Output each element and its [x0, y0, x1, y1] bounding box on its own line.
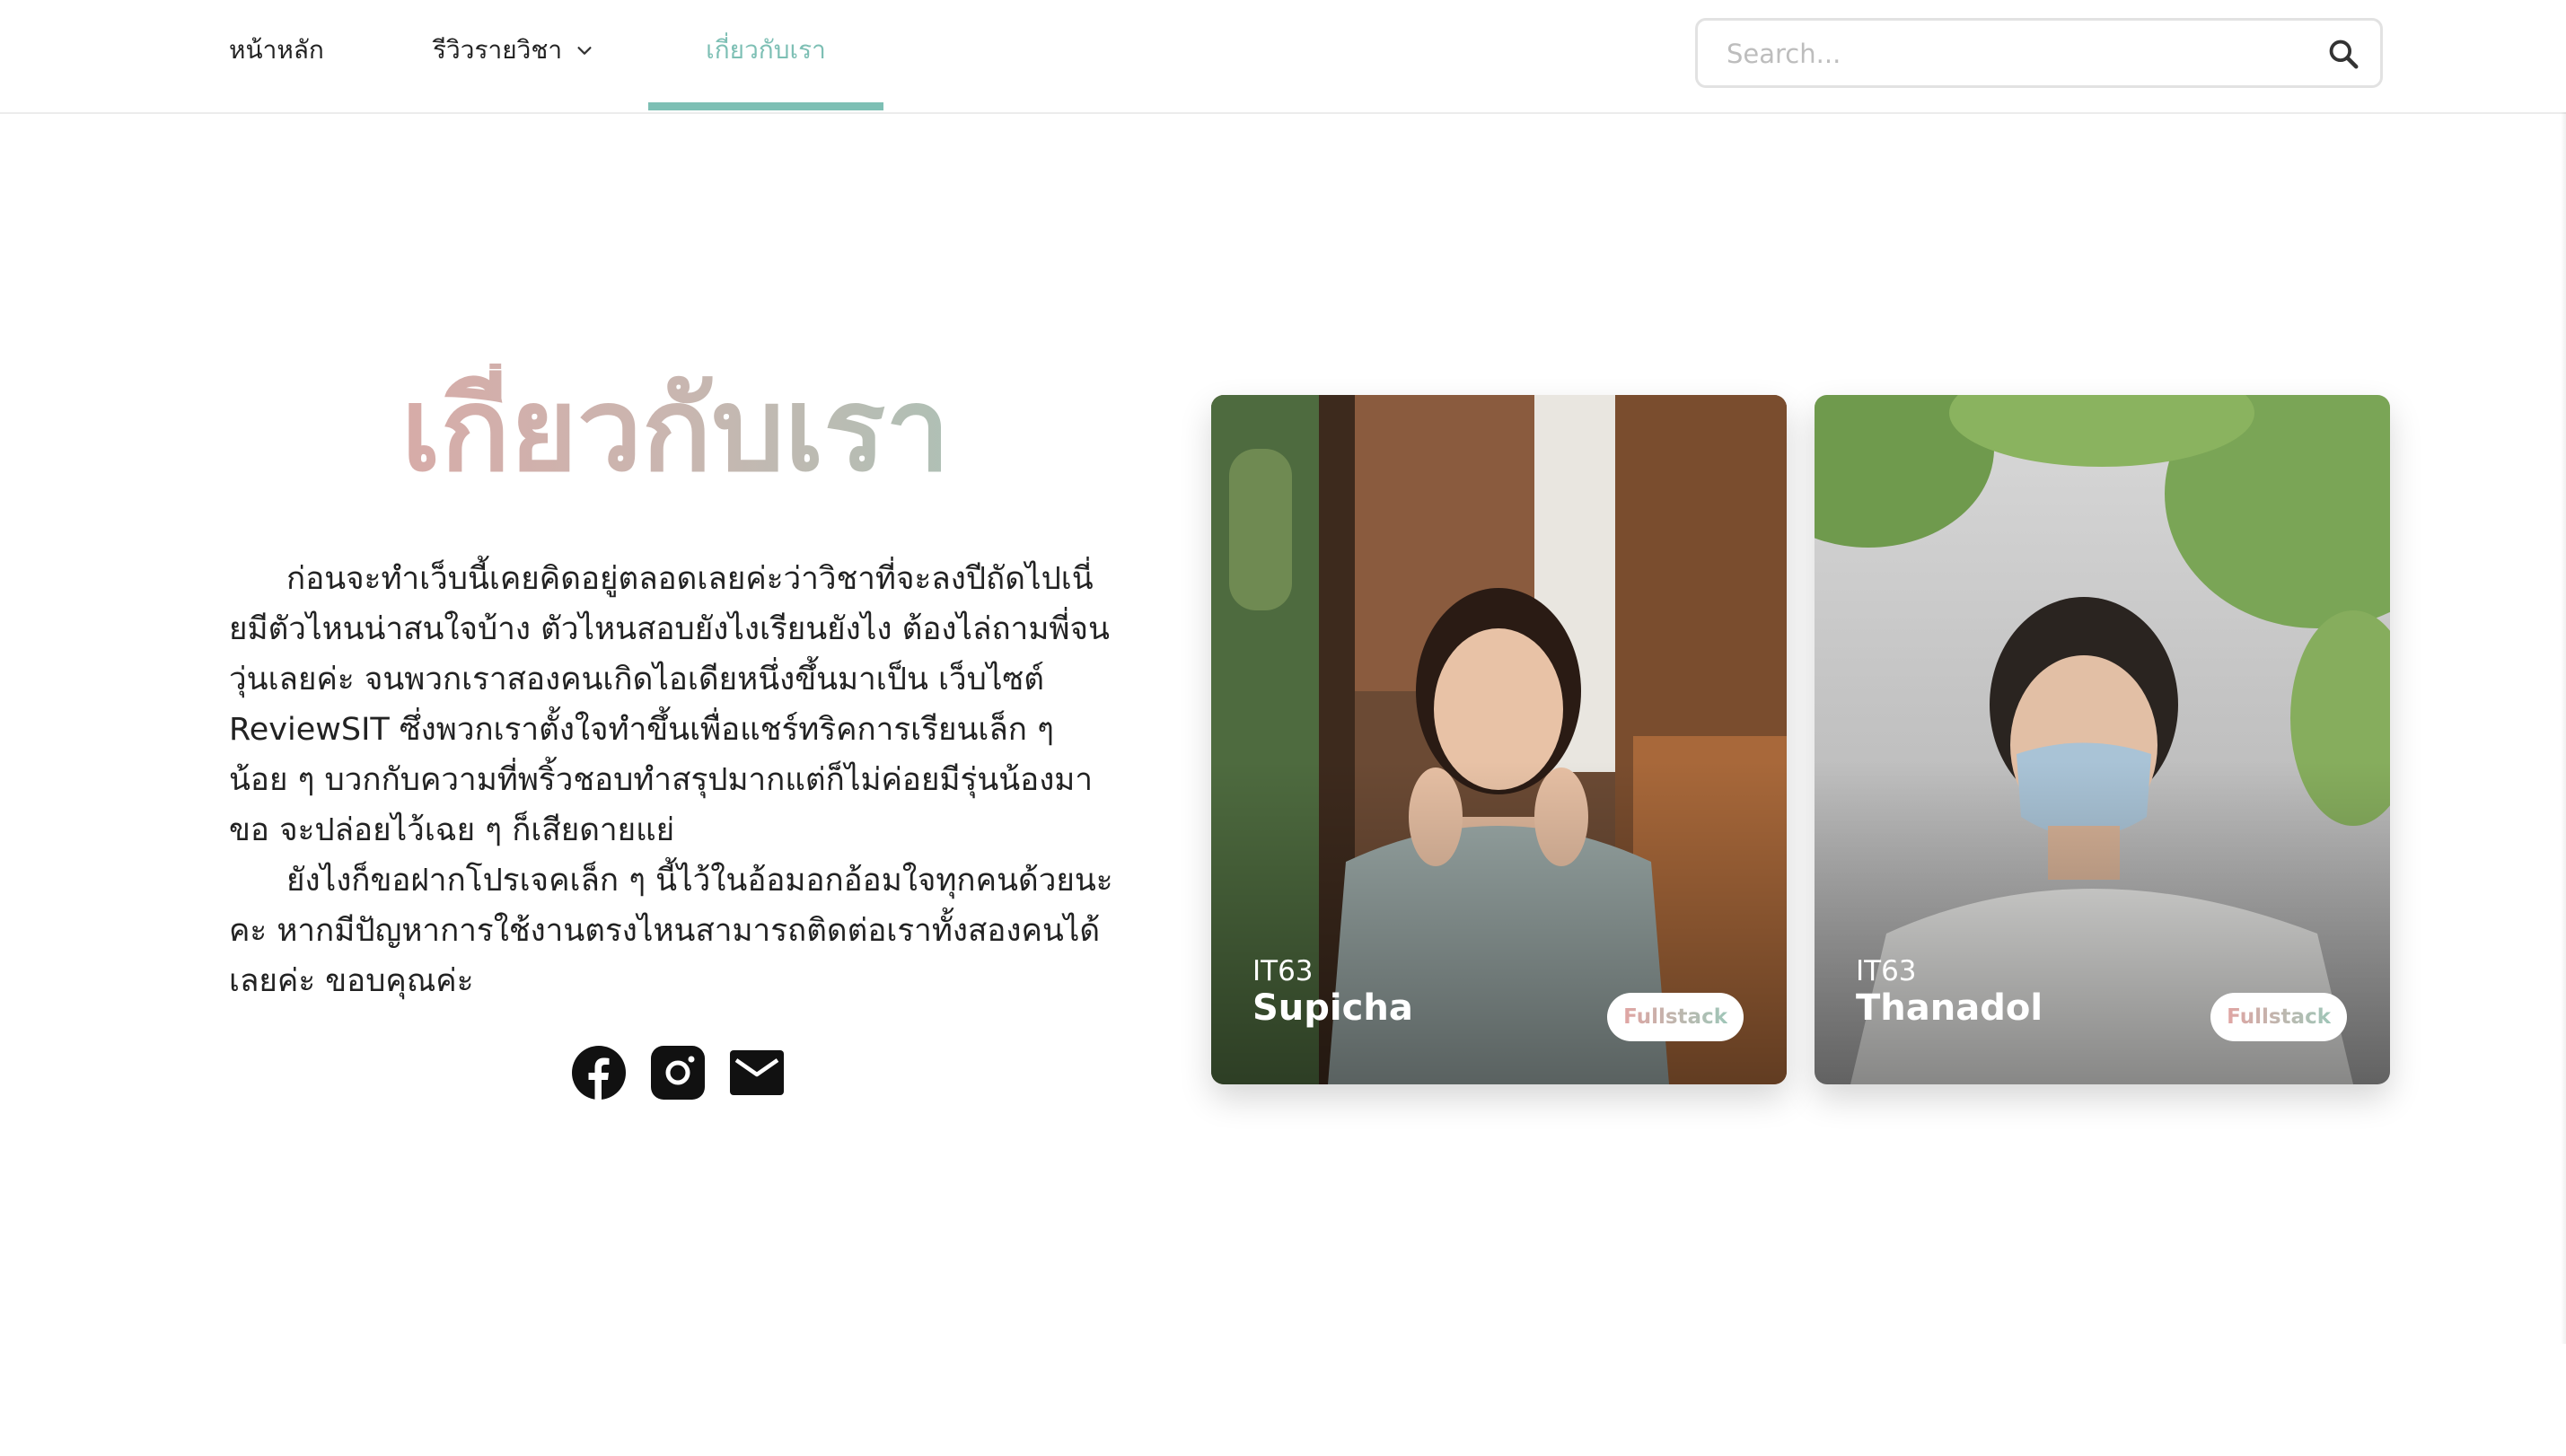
- member-card[interactable]: IT63 Thanadol Fullstack: [1815, 395, 2390, 1084]
- member-generation: IT63: [1252, 955, 1314, 987]
- member-name: Supicha: [1252, 987, 1413, 1029]
- role-badge: Fullstack: [2210, 993, 2347, 1041]
- page-edge-shadow: [2561, 112, 2566, 1344]
- member-name: Thanadol: [1856, 987, 2043, 1029]
- active-tab-indicator: [648, 102, 883, 110]
- facebook-icon[interactable]: [572, 1046, 626, 1100]
- nav-home[interactable]: หน้าหลัก: [229, 0, 324, 101]
- nav-about-us-label: เกี่ยวกับเรา: [706, 35, 826, 65]
- about-description: ก่อนจะทำเว็บนี้เคยคิดอยู่ตลอดเลยค่ะว่าวิ…: [229, 554, 1122, 1006]
- about-paragraph: ก่อนจะทำเว็บนี้เคยคิดอยู่ตลอดเลยค่ะว่าวิ…: [229, 561, 1110, 848]
- nav-course-review[interactable]: รีวิวรายวิชา: [433, 0, 594, 101]
- member-generation: IT63: [1856, 955, 1917, 987]
- social-links: [572, 1046, 784, 1100]
- chevron-down-icon: [577, 47, 592, 55]
- nav-home-label: หน้าหลัก: [229, 35, 324, 65]
- page-title: เกี่ยวกับเรา: [229, 364, 1122, 498]
- role-badge: Fullstack: [1607, 993, 1744, 1041]
- search-input[interactable]: [1725, 21, 2303, 87]
- search-box: [1695, 18, 2383, 88]
- search-icon[interactable]: [2326, 37, 2360, 71]
- role-badge-label: Fullstack: [1623, 1005, 1727, 1029]
- about-paragraph: ยังไงก็ขอฝากโปรเจคเล็ก ๆ นี้ไว้ในอ้อมอกอ…: [229, 863, 1113, 999]
- nav-course-review-label: รีวิวรายวิชา: [433, 35, 563, 65]
- navbar: หน้าหลัก รีวิวรายวิชา เกี่ยวกับเรา: [0, 0, 2566, 114]
- nav-about-us[interactable]: เกี่ยวกับเรา: [648, 0, 883, 101]
- instagram-icon[interactable]: [651, 1046, 705, 1100]
- role-badge-label: Fullstack: [2227, 1005, 2331, 1029]
- member-card[interactable]: IT63 Supicha Fullstack: [1211, 395, 1787, 1084]
- mail-icon[interactable]: [730, 1046, 784, 1100]
